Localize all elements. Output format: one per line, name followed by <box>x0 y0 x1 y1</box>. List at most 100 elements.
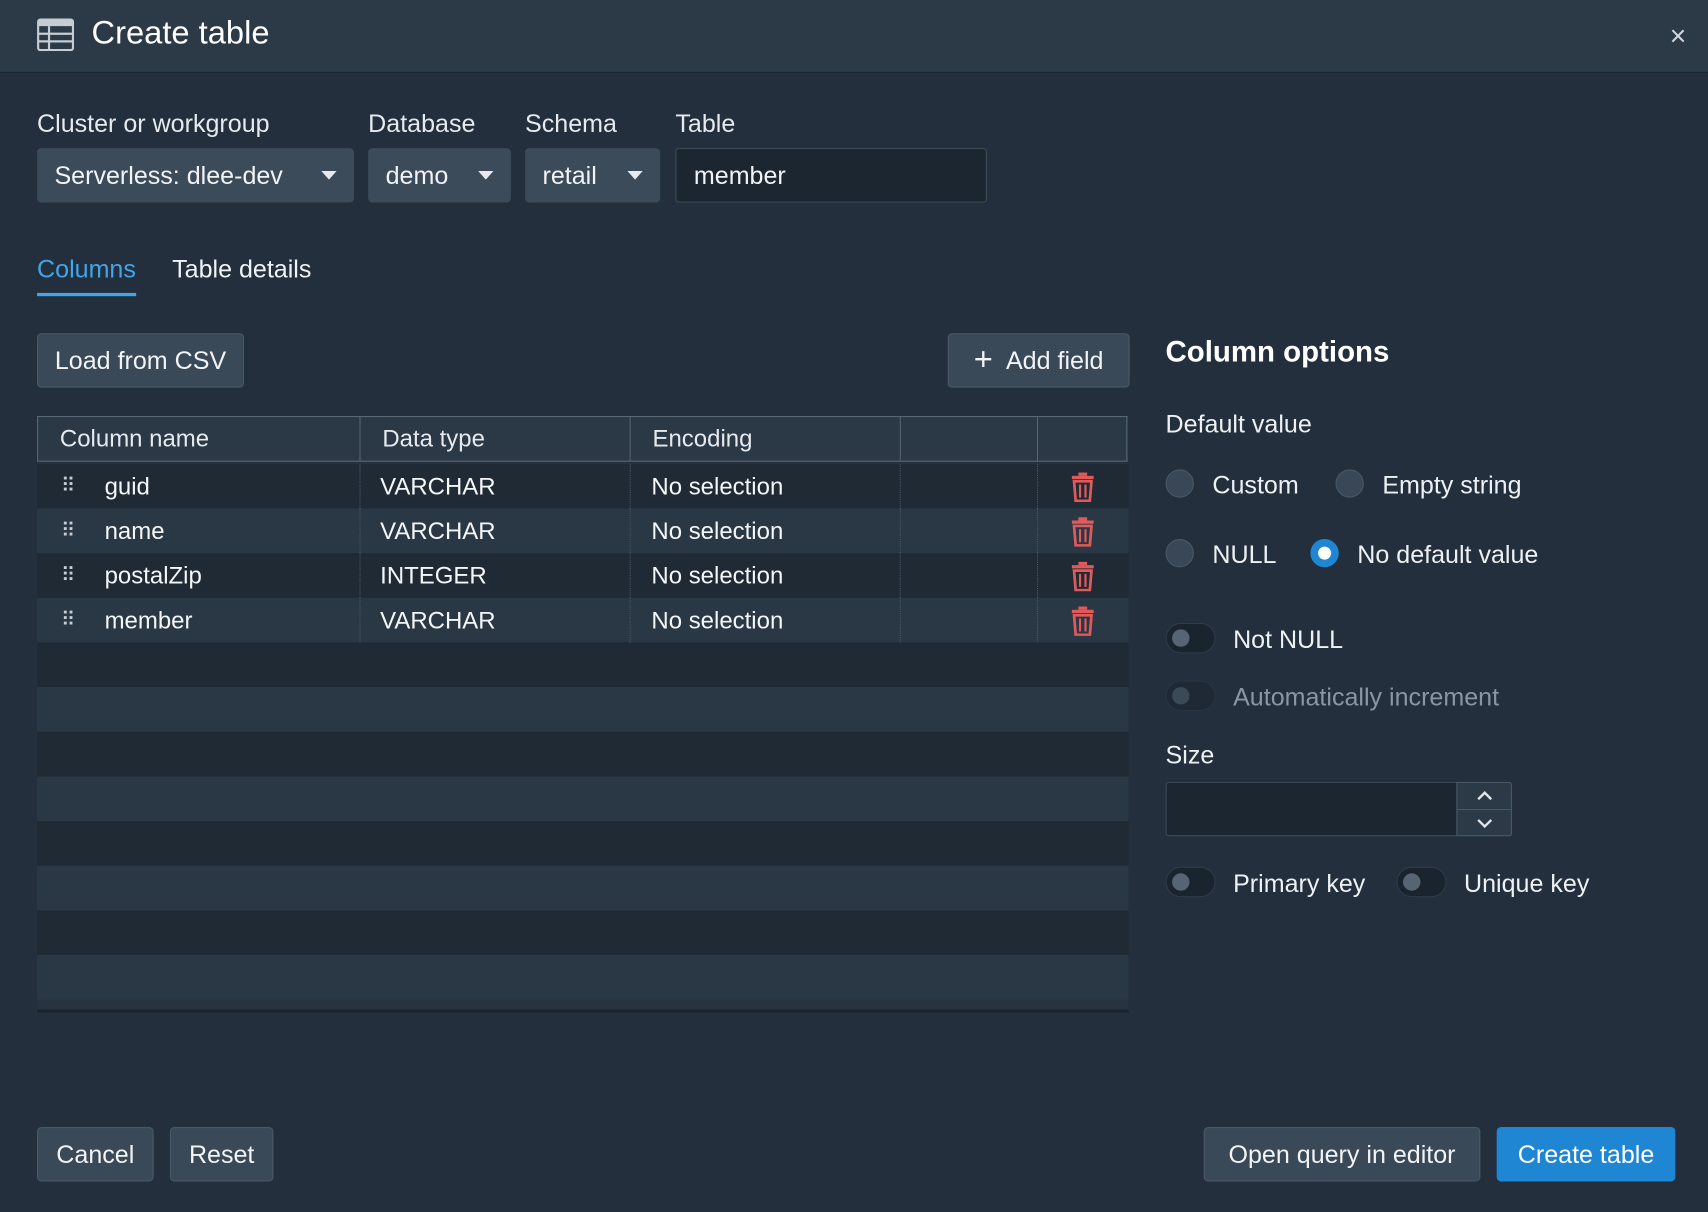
create-table-dialog: Create table × Cluster or workgroup Serv… <box>0 0 1708 1212</box>
schema-dropdown[interactable]: retail <box>525 148 661 203</box>
row-data-type[interactable]: VARCHAR <box>361 508 631 554</box>
radio-empty-string[interactable] <box>1335 469 1364 498</box>
header-data-type[interactable]: Data type <box>360 415 631 462</box>
plus-icon: + <box>973 341 993 378</box>
chevron-down-icon[interactable] <box>1457 810 1510 836</box>
trash-icon[interactable] <box>1070 560 1096 591</box>
add-field-button[interactable]: + Add field <box>947 333 1130 388</box>
table-row[interactable]: ⠿ guid VARCHAR No selection <box>37 463 1129 509</box>
cancel-button[interactable]: Cancel <box>37 1127 154 1182</box>
reset-button[interactable]: Reset <box>169 1127 274 1182</box>
row-encoding[interactable]: No selection <box>631 463 901 509</box>
row-blank-cell <box>901 508 1039 554</box>
table-name-value: member <box>693 160 786 189</box>
toggle-knob <box>1172 687 1190 705</box>
radio-no-default-value[interactable] <box>1310 539 1339 568</box>
header-column-name[interactable]: Column name <box>37 415 361 462</box>
cluster-dropdown[interactable]: Serverless: dlee-dev <box>37 148 355 203</box>
create-table-button[interactable]: Create table <box>1496 1127 1676 1182</box>
size-stepper[interactable] <box>1456 781 1512 837</box>
caret-down-icon <box>321 170 337 180</box>
row-data-type[interactable]: VARCHAR <box>361 463 631 509</box>
header-actions <box>1038 415 1128 462</box>
auto-increment-toggle[interactable] <box>1165 680 1216 712</box>
row-blank-cell <box>901 553 1039 598</box>
caret-down-icon <box>478 170 494 180</box>
table-row[interactable]: ⠿ member VARCHAR No selection <box>37 597 1129 643</box>
header-encoding[interactable]: Encoding <box>630 415 901 462</box>
tab-columns[interactable]: Columns <box>37 255 136 297</box>
size-label: Size <box>1165 740 1215 769</box>
row-encoding[interactable]: No selection <box>631 508 901 554</box>
database-value: demo <box>385 160 449 189</box>
database-dropdown[interactable]: demo <box>368 148 511 203</box>
table-name-input[interactable]: member <box>675 148 987 203</box>
table-label: Table <box>675 108 736 138</box>
unique-key-label: Unique key <box>1464 868 1590 898</box>
trash-icon[interactable] <box>1070 605 1096 636</box>
load-from-csv-button[interactable]: Load from CSV <box>37 333 245 388</box>
drag-handle-icon[interactable]: ⠿ <box>61 519 83 542</box>
not-null-label: Not NULL <box>1233 625 1344 654</box>
default-value-label: Default value <box>1165 409 1312 438</box>
empty-row <box>37 687 1129 732</box>
radio-null-label: NULL <box>1212 540 1277 569</box>
not-null-toggle[interactable] <box>1165 622 1216 654</box>
row-column-name[interactable]: name <box>105 517 165 545</box>
load-from-csv-label: Load from CSV <box>54 345 227 375</box>
table-row[interactable]: ⠿ postalZip INTEGER No selection <box>37 553 1129 598</box>
primary-key-label: Primary key <box>1233 868 1366 898</box>
unique-key-toggle[interactable] <box>1396 866 1447 898</box>
database-label: Database <box>368 108 476 138</box>
empty-row <box>37 910 1129 955</box>
row-blank-cell <box>901 597 1039 643</box>
reset-label: Reset <box>188 1139 255 1168</box>
empty-row <box>37 642 1129 688</box>
row-column-name[interactable]: postalZip <box>105 561 202 589</box>
radio-custom[interactable] <box>1165 469 1194 498</box>
toggle-knob <box>1172 873 1190 891</box>
radio-custom-label: Custom <box>1212 470 1299 499</box>
primary-key-toggle[interactable] <box>1165 866 1216 898</box>
tab-table-details[interactable]: Table details <box>172 255 311 284</box>
row-data-type[interactable]: VARCHAR <box>361 597 631 643</box>
open-query-label: Open query in editor <box>1228 1139 1456 1168</box>
row-column-name[interactable]: member <box>105 606 193 634</box>
chevron-up-icon[interactable] <box>1457 783 1511 811</box>
cluster-label: Cluster or workgroup <box>37 108 270 138</box>
auto-increment-label: Automatically increment <box>1233 682 1500 712</box>
row-blank-cell <box>901 463 1039 509</box>
dialog-header: Create table × <box>0 0 1708 73</box>
table-row[interactable]: ⠿ name VARCHAR No selection <box>37 508 1129 554</box>
empty-row <box>37 821 1129 866</box>
grid-header: Column name Data type Encoding <box>37 415 1128 464</box>
header-blank <box>900 415 1039 462</box>
caret-down-icon <box>627 170 643 180</box>
drag-handle-icon[interactable]: ⠿ <box>61 564 83 587</box>
dialog-title: Create table <box>91 15 270 52</box>
drag-handle-icon[interactable]: ⠿ <box>61 609 83 632</box>
empty-row <box>37 776 1129 822</box>
row-data-type[interactable]: INTEGER <box>361 553 631 598</box>
radio-empty-string-label: Empty string <box>1382 470 1522 499</box>
close-icon[interactable]: × <box>1670 20 1687 54</box>
table-icon <box>37 18 75 57</box>
radio-null[interactable] <box>1165 539 1194 568</box>
add-field-label: Add field <box>1005 345 1104 375</box>
columns-grid: Column name Data type Encoding ⠿ guid VA… <box>37 415 1129 1013</box>
radio-no-default-value-label: No default value <box>1357 540 1539 569</box>
row-encoding[interactable]: No selection <box>631 553 901 598</box>
schema-label: Schema <box>525 108 617 138</box>
row-column-name[interactable]: guid <box>105 472 150 500</box>
drag-handle-icon[interactable]: ⠿ <box>61 475 83 498</box>
column-options-title: Column options <box>1165 335 1390 369</box>
trash-icon[interactable] <box>1070 471 1096 502</box>
empty-row <box>37 731 1129 777</box>
trash-icon[interactable] <box>1070 516 1096 547</box>
open-query-in-editor-button[interactable]: Open query in editor <box>1203 1127 1481 1182</box>
schema-value: retail <box>542 160 597 189</box>
size-input[interactable] <box>1165 781 1458 837</box>
toggle-knob <box>1172 629 1190 647</box>
row-encoding[interactable]: No selection <box>631 597 901 643</box>
empty-row <box>37 954 1129 1000</box>
